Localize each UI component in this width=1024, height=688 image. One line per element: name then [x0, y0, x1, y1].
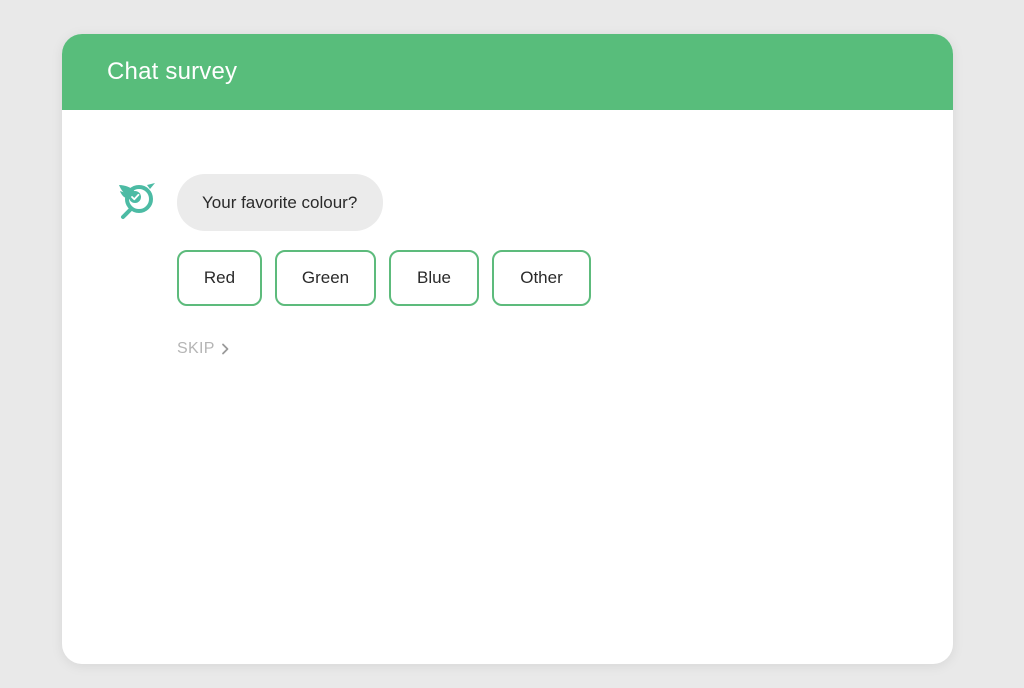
skip-label: SKIP	[177, 340, 215, 357]
chevron-right-icon	[221, 343, 229, 355]
answer-options: Red Green Blue Other	[177, 250, 591, 306]
survey-header: Chat survey	[62, 34, 953, 110]
option-blue-button[interactable]: Blue	[389, 250, 479, 306]
option-other-button[interactable]: Other	[492, 250, 591, 306]
survey-title: Chat survey	[107, 58, 238, 85]
option-red-button[interactable]: Red	[177, 250, 262, 306]
bird-check-icon	[117, 177, 157, 221]
survey-card: Chat survey Your favorite colour? Red Gr…	[62, 34, 953, 664]
option-green-button[interactable]: Green	[275, 250, 376, 306]
question-bubble: Your favorite colour?	[177, 174, 384, 231]
skip-button[interactable]: SKIP	[177, 340, 229, 358]
